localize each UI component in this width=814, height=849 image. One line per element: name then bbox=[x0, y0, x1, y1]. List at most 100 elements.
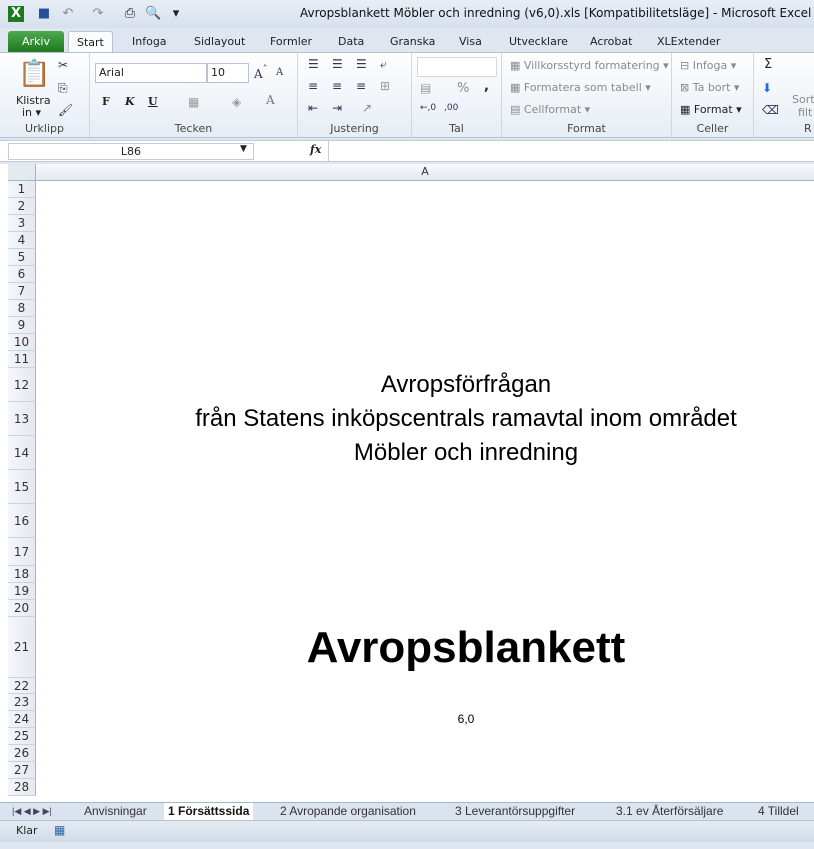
row-header[interactable]: 3 bbox=[8, 215, 36, 232]
align-middle-icon[interactable]: ☰ bbox=[332, 57, 343, 71]
increase-decimal-icon[interactable]: ←,0 bbox=[420, 103, 436, 113]
row-header[interactable]: 7 bbox=[8, 283, 36, 300]
delete-cells-button[interactable]: ⊠ Ta bort ▾ bbox=[680, 81, 739, 94]
comma-button[interactable]: , bbox=[484, 79, 489, 94]
row-header[interactable]: 25 bbox=[8, 728, 36, 745]
align-center-icon[interactable]: ≡ bbox=[332, 79, 342, 93]
underline-button[interactable]: U bbox=[148, 95, 158, 108]
row-header[interactable]: 11 bbox=[8, 351, 36, 368]
fill-color-icon[interactable]: ◈ bbox=[232, 95, 241, 109]
tab-sidlayout[interactable]: Sidlayout bbox=[186, 31, 253, 52]
cell-styles-button[interactable]: ▤ Cellformat ▾ bbox=[510, 103, 590, 116]
row-header[interactable]: 2 bbox=[8, 198, 36, 215]
cell-title-line-3[interactable]: Möbler och inredning bbox=[36, 436, 814, 470]
decrease-decimal-icon[interactable]: ,00 bbox=[444, 103, 458, 113]
align-bottom-icon[interactable]: ☰ bbox=[356, 57, 367, 71]
borders-icon[interactable]: ▦ bbox=[188, 95, 199, 109]
row-header[interactable]: 14 bbox=[8, 436, 36, 470]
font-name-select[interactable]: Arial bbox=[95, 63, 207, 83]
grow-font-icon[interactable]: Aˆ bbox=[254, 65, 268, 81]
tab-formler[interactable]: Formler bbox=[262, 31, 320, 52]
wrap-text-icon[interactable]: ⤶ bbox=[380, 57, 387, 72]
sheet-tab-anvisningar[interactable]: Anvisningar bbox=[84, 803, 147, 820]
increase-indent-icon[interactable]: ⇥ bbox=[332, 101, 342, 115]
row-header[interactable]: 24 bbox=[8, 711, 36, 728]
row-header[interactable]: 17 bbox=[8, 538, 36, 566]
row-header[interactable]: 6 bbox=[8, 266, 36, 283]
tab-xlextender[interactable]: XLExtender bbox=[649, 31, 728, 52]
name-box-dropdown-icon[interactable]: ▼ bbox=[240, 144, 247, 154]
row-header[interactable]: 28 bbox=[8, 779, 36, 796]
row-header[interactable]: 27 bbox=[8, 762, 36, 779]
cell-heading[interactable]: Avropsblankett bbox=[36, 617, 814, 678]
format-cells-button[interactable]: ▦ Format ▾ bbox=[680, 103, 742, 116]
redo-icon[interactable]: ↷ bbox=[90, 6, 106, 22]
row-header[interactable]: 20 bbox=[8, 600, 36, 617]
paste-dropdown[interactable]: in ▾ bbox=[22, 106, 41, 119]
row-header[interactable]: 5 bbox=[8, 249, 36, 266]
formula-input[interactable] bbox=[328, 141, 814, 161]
print-icon[interactable]: ⎙ bbox=[122, 6, 138, 22]
row-header[interactable]: 12 bbox=[8, 368, 36, 402]
worksheet-grid[interactable]: A 1 2 3 4 5 6 7 8 9 10 11 12 13 14 15 16 17 18 19 20 21 22 23 2… bbox=[0, 164, 814, 802]
sheet-nav-buttons[interactable]: |◀ ◀ ▶ ▶| bbox=[12, 803, 52, 820]
conditional-formatting-button[interactable]: ▦ Villkorsstyrd formatering ▾ bbox=[510, 59, 669, 72]
paste-icon[interactable]: 📋 bbox=[18, 59, 50, 89]
clear-icon[interactable]: ⌫ bbox=[762, 103, 779, 117]
row-header[interactable]: 15 bbox=[8, 470, 36, 504]
number-format-select[interactable] bbox=[417, 57, 497, 77]
tab-utvecklare[interactable]: Utvecklare bbox=[501, 31, 576, 52]
tab-visa[interactable]: Visa bbox=[451, 31, 490, 52]
row-header[interactable]: 19 bbox=[8, 583, 36, 600]
sheet-tab-aterforsaljare[interactable]: 3.1 ev Återförsäljare bbox=[616, 803, 723, 820]
fill-icon[interactable]: ⬇ bbox=[762, 81, 772, 95]
name-box[interactable]: L86 bbox=[8, 143, 254, 160]
sort-filter-button[interactable]: Sort bbox=[792, 93, 814, 106]
orientation-icon[interactable]: ↗ bbox=[362, 101, 372, 115]
row-header[interactable]: 13 bbox=[8, 402, 36, 436]
row-header[interactable]: 10 bbox=[8, 334, 36, 351]
format-as-table-button[interactable]: ▦ Formatera som tabell ▾ bbox=[510, 81, 651, 94]
autosum-button[interactable]: Σ bbox=[764, 57, 772, 72]
row-header[interactable]: 21 bbox=[8, 617, 36, 678]
insert-function-button[interactable]: fx bbox=[310, 143, 321, 156]
print-preview-icon[interactable]: 🔍 bbox=[145, 6, 161, 22]
row-header[interactable]: 23 bbox=[8, 694, 36, 711]
sheet-tab-forsattssida[interactable]: 1 Försättssida bbox=[164, 803, 254, 820]
row-header[interactable]: 8 bbox=[8, 300, 36, 317]
shrink-font-icon[interactable]: A bbox=[276, 67, 283, 78]
row-header[interactable]: 22 bbox=[8, 678, 36, 694]
tab-arkiv[interactable]: Arkiv bbox=[8, 31, 64, 52]
cell-title-line-1[interactable]: Avropsförfrågan bbox=[36, 368, 814, 402]
undo-icon[interactable]: ↶ bbox=[60, 6, 76, 22]
format-painter-icon[interactable]: 🖌 bbox=[58, 103, 73, 117]
font-color-icon[interactable]: A bbox=[266, 93, 275, 107]
font-size-select[interactable]: 10 bbox=[207, 63, 249, 83]
cell-version[interactable]: 6,0 bbox=[36, 711, 814, 728]
row-header[interactable]: 1 bbox=[8, 181, 36, 198]
tab-infoga[interactable]: Infoga bbox=[124, 31, 175, 52]
cell-title-line-2[interactable]: från Statens inköpscentrals ramavtal ino… bbox=[36, 402, 814, 436]
customize-toolbar-icon[interactable]: ▾ bbox=[168, 6, 184, 22]
sheet-tab-leverantorsuppgifter[interactable]: 3 Leverantörsuppgifter bbox=[455, 803, 575, 820]
tab-data[interactable]: Data bbox=[330, 31, 372, 52]
align-right-icon[interactable]: ≡ bbox=[356, 79, 366, 93]
insert-cells-button[interactable]: ⊟ Infoga ▾ bbox=[680, 59, 736, 72]
sheet-tab-tilldelning[interactable]: 4 Tilldel bbox=[758, 803, 799, 820]
tab-acrobat[interactable]: Acrobat bbox=[582, 31, 640, 52]
sheet-tab-avropande-organisation[interactable]: 2 Avropande organisation bbox=[280, 803, 416, 820]
percent-button[interactable]: % bbox=[457, 81, 469, 96]
bold-button[interactable]: F bbox=[102, 95, 110, 108]
row-header[interactable]: 26 bbox=[8, 745, 36, 762]
cut-icon[interactable]: ✂ bbox=[58, 58, 68, 72]
row-header[interactable]: 9 bbox=[8, 317, 36, 334]
column-header-a[interactable]: A bbox=[36, 164, 814, 181]
decrease-indent-icon[interactable]: ⇤ bbox=[308, 101, 318, 115]
select-all-corner[interactable] bbox=[8, 164, 36, 181]
tab-granska[interactable]: Granska bbox=[382, 31, 443, 52]
row-header[interactable]: 4 bbox=[8, 232, 36, 249]
currency-icon[interactable]: ▤ bbox=[420, 81, 431, 95]
merge-center-icon[interactable]: ⊞ bbox=[380, 79, 390, 93]
tab-start[interactable]: Start bbox=[68, 31, 113, 52]
row-header[interactable]: 18 bbox=[8, 566, 36, 583]
